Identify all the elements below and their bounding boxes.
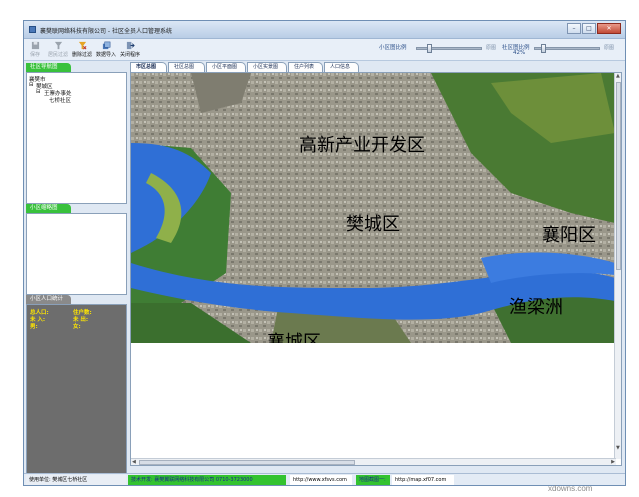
tab-city-map[interactable]: 市区总图 <box>130 62 167 72</box>
horizontal-scrollbar[interactable]: ◀ ▶ <box>131 458 616 465</box>
community-scale-thumb[interactable] <box>427 44 432 53</box>
map-label-xiangcheng: 襄城区 <box>267 332 321 343</box>
status-bar: 使用单位: 樊城区七桥社区 技术开发: 襄樊翼联网络科技有限公司 0710-37… <box>24 473 625 485</box>
tree-item-community[interactable]: 七桥社区 <box>49 96 71 104</box>
watermark-text: xdowns.com <box>548 484 593 493</box>
window-title: 襄樊联网络科技有限公司 - 社区全员人口管理系统 <box>40 28 172 35</box>
community-scale-label: 小区图比例 <box>379 45 407 51</box>
maximize-button[interactable]: □ <box>582 23 596 34</box>
stat-female: 女: <box>73 324 81 330</box>
close-button[interactable]: ✕ <box>597 23 621 34</box>
app-window: 襄樊联网络科技有限公司 - 社区全员人口管理系统 – □ ✕ 保存 居民过滤 删… <box>23 20 626 486</box>
title-bar[interactable]: 襄樊联网络科技有限公司 - 社区全员人口管理系统 – □ ✕ <box>24 21 625 39</box>
stat-male: 男: <box>30 324 38 330</box>
society-scale-end: 原图 <box>604 45 615 51</box>
clear-filter-label: 删除过滤 <box>72 52 93 58</box>
status-support: 技术开发: 襄樊翼联网络科技有限公司 0710-3723000 <box>128 475 286 485</box>
map-label-xiangyang: 襄阳区 <box>542 225 596 246</box>
tab-population-info[interactable]: 人口信息 <box>324 62 359 72</box>
clear-filter-button[interactable]: 删除过滤 <box>72 41 92 58</box>
status-user: 使用单位: 樊城区七桥社区 <box>26 475 126 485</box>
resident-filter-button[interactable]: 居民过滤 <box>48 41 68 58</box>
map-label-fancheng: 樊城区 <box>346 214 400 235</box>
status-url2[interactable]: http://map.xf07.com <box>392 475 454 485</box>
community-scale-end: 原图 <box>486 45 497 51</box>
scroll-right-icon[interactable]: ▶ <box>611 459 615 465</box>
window-controls: – □ ✕ <box>567 23 621 34</box>
map-label-yuliangzhou: 渔梁洲 <box>509 297 563 318</box>
status-url1[interactable]: http://www.xfsvs.com <box>290 475 352 485</box>
vertical-scrollbar[interactable]: ▲ ▼ <box>614 73 621 459</box>
tree-toggle-icon[interactable]: ⊟ <box>29 82 34 88</box>
society-scale-value: 42% <box>513 50 526 56</box>
app-icon <box>29 26 36 33</box>
save-label: 保存 <box>30 52 41 58</box>
close-program-label: 关闭程序 <box>120 52 141 58</box>
data-import-label: 数据导入 <box>96 52 117 58</box>
toolbar: 保存 居民过滤 删除过滤 数据导入 关闭程序 小区图比例 原图 社区图比例 42… <box>24 39 625 61</box>
community-tree[interactable]: 襄樊市 ⊟ 樊城区 ⊟ 王寨办事处 七桥社区 <box>26 72 127 204</box>
left-sidebar: 社区导航图 襄樊市 ⊟ 樊城区 ⊟ 王寨办事处 七桥社区 小区缩略图 小区人口统… <box>26 63 127 474</box>
minimize-button[interactable]: – <box>567 23 581 34</box>
status-map-label: 地图截图一: <box>356 475 390 485</box>
vertical-scroll-thumb[interactable] <box>616 82 621 270</box>
tab-community-photo[interactable]: 小区实景图 <box>247 62 287 72</box>
save-button[interactable]: 保存 <box>30 41 40 58</box>
stats-panel: 总人口: 住户数: 未 入: 未 出: 男: 女: <box>26 304 127 474</box>
map-label-gaoxin: 高新产业开发区 <box>299 135 425 156</box>
stats-header: 小区人口统计 <box>26 295 71 304</box>
tab-household-list[interactable]: 住户列表 <box>288 62 323 72</box>
tab-society-map[interactable]: 社区总图 <box>168 62 205 72</box>
community-scale-track[interactable] <box>416 47 482 50</box>
filter-icon <box>54 41 62 50</box>
clear-filter-icon <box>78 41 86 50</box>
import-icon <box>102 41 110 50</box>
exit-icon <box>126 41 135 50</box>
scroll-left-icon[interactable]: ◀ <box>132 459 136 465</box>
resident-filter-label: 居民过滤 <box>48 52 69 58</box>
data-import-button[interactable]: 数据导入 <box>96 41 116 58</box>
community-map-header: 小区缩略图 <box>26 204 71 213</box>
scroll-up-icon[interactable]: ▲ <box>616 73 620 79</box>
city-satellite-map[interactable]: 高新产业开发区 樊城区 襄阳区 渔梁洲 襄城区 <box>131 73 615 343</box>
tree-toggle-icon[interactable]: ⊟ <box>36 89 41 95</box>
society-scale-thumb[interactable] <box>541 44 546 53</box>
tab-community-plan[interactable]: 小区平面图 <box>206 62 246 72</box>
community-tree-header: 社区导航图 <box>26 63 71 72</box>
save-icon <box>31 41 39 50</box>
community-thumbnail[interactable] <box>26 213 127 295</box>
tab-bar: 市区总图 社区总图 小区平面图 小区实景图 住户列表 人口信息 <box>130 62 624 72</box>
scroll-down-icon[interactable]: ▼ <box>616 445 620 451</box>
horizontal-scroll-thumb[interactable] <box>139 460 355 465</box>
close-program-button[interactable]: 关闭程序 <box>120 41 140 58</box>
map-viewport[interactable]: 高新产业开发区 樊城区 襄阳区 渔梁洲 襄城区 ▲ ▼ ◀ ▶ <box>130 72 622 466</box>
